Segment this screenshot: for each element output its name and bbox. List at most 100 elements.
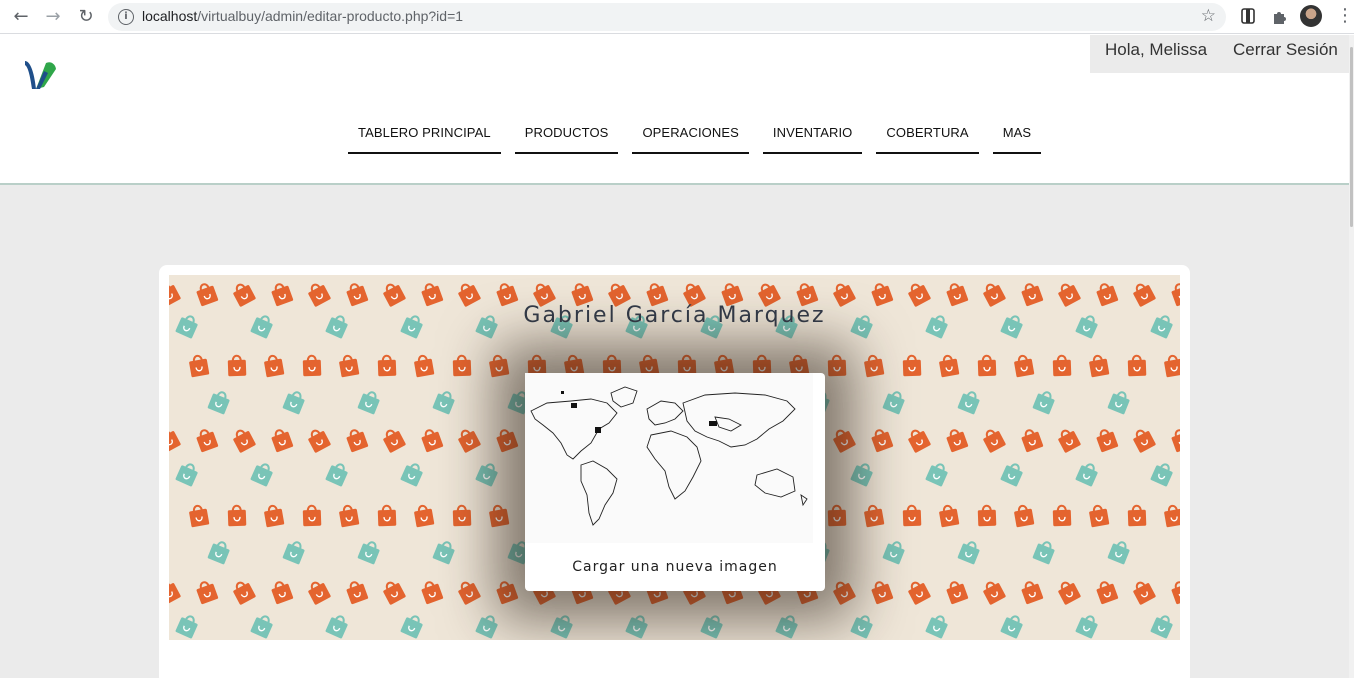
shopping-bag-icon bbox=[377, 354, 397, 377]
shopping-bag-icon bbox=[302, 504, 322, 527]
site-info-icon[interactable]: i bbox=[118, 9, 134, 25]
shopping-bag-icon bbox=[432, 541, 455, 565]
shopping-bag-icon bbox=[475, 615, 498, 639]
shopping-bag-icon bbox=[1014, 504, 1035, 528]
shopping-bag-icon bbox=[400, 463, 423, 487]
shopping-bag-icon bbox=[1133, 581, 1156, 605]
shopping-bag-icon bbox=[939, 504, 960, 528]
shopping-bag-icon bbox=[264, 354, 285, 378]
shopping-bag-icon bbox=[882, 391, 905, 415]
reload-icon[interactable]: ↻ bbox=[74, 5, 98, 29]
shopping-bag-icon bbox=[421, 581, 444, 605]
shopping-bag-icon bbox=[625, 615, 648, 639]
menu-item-productos[interactable]: PRODUCTOS bbox=[514, 125, 619, 154]
shopping-bag-icon bbox=[1171, 429, 1180, 453]
shopping-bag-icon bbox=[925, 615, 948, 639]
shopping-bag-icon bbox=[282, 391, 305, 415]
forward-icon[interactable]: → bbox=[41, 5, 65, 29]
shopping-bag-icon bbox=[939, 354, 960, 378]
shopping-bag-icon bbox=[1075, 615, 1098, 639]
shopping-bag-icon bbox=[827, 354, 847, 377]
shopping-bag-icon bbox=[357, 391, 380, 415]
shopping-bag-icon bbox=[169, 429, 181, 453]
shopping-bag-icon bbox=[207, 391, 230, 415]
shopping-bag-icon bbox=[1052, 504, 1072, 527]
shopping-bag-icon bbox=[357, 541, 380, 565]
shopping-bag-icon bbox=[489, 354, 510, 378]
shopping-bag-icon bbox=[1021, 429, 1044, 453]
shopping-bag-icon bbox=[871, 429, 894, 453]
shopping-bag-icon bbox=[1058, 581, 1081, 605]
shopping-bag-icon bbox=[1107, 391, 1130, 415]
shopping-bag-icon bbox=[957, 391, 980, 415]
shopping-bag-icon bbox=[264, 504, 285, 528]
shopping-bag-icon bbox=[775, 615, 798, 639]
extensions-puzzle-icon[interactable] bbox=[1270, 6, 1290, 26]
shopping-bag-icon bbox=[207, 541, 230, 565]
shopping-bag-icon bbox=[827, 504, 847, 527]
shopping-bag-icon bbox=[421, 429, 444, 453]
virtualbuy-logo[interactable] bbox=[22, 59, 58, 91]
shopping-bag-icon bbox=[957, 541, 980, 565]
profile-avatar[interactable] bbox=[1300, 5, 1322, 27]
menu-item-operaciones[interactable]: OPERACIONES bbox=[632, 125, 749, 154]
bookmark-star-icon[interactable]: ☆ bbox=[1201, 6, 1216, 26]
shopping-bag-icon bbox=[1032, 391, 1055, 415]
shopping-bag-icon bbox=[452, 504, 472, 527]
shopping-bag-icon bbox=[475, 463, 498, 487]
shopping-bag-icon bbox=[452, 354, 472, 377]
shopping-bag-icon bbox=[850, 463, 873, 487]
greeting-text: Hola, Melissa bbox=[1105, 40, 1208, 59]
main-content: Gabriel García Marquez Cargar una nueva … bbox=[0, 185, 1349, 685]
shopping-bag-icon bbox=[325, 615, 348, 639]
address-bar[interactable]: i localhost/virtualbuy/admin/editar-prod… bbox=[108, 3, 1226, 31]
shopping-bag-icon bbox=[271, 429, 294, 453]
shopping-bag-icon bbox=[339, 504, 360, 528]
shopping-bag-icon bbox=[233, 429, 256, 453]
image-upload-card[interactable]: Cargar una nueva imagen bbox=[525, 373, 825, 591]
shopping-bag-icon bbox=[196, 429, 219, 453]
url-text[interactable]: localhost/virtualbuy/admin/editar-produc… bbox=[142, 8, 463, 24]
shopping-bag-icon bbox=[983, 429, 1006, 453]
product-banner: Gabriel García Marquez Cargar una nueva … bbox=[169, 275, 1180, 640]
shopping-bag-icon bbox=[1052, 354, 1072, 377]
product-title: Gabriel García Marquez bbox=[523, 303, 826, 328]
menu-item-cobertura[interactable]: COBERTURA bbox=[876, 125, 979, 154]
shopping-bag-icon bbox=[189, 504, 210, 528]
product-image-world-map bbox=[525, 373, 813, 543]
menu-item-inventario[interactable]: INVENTARIO bbox=[762, 125, 863, 154]
shopping-bag-icon bbox=[1000, 463, 1023, 487]
user-box: Hola, Melissa Cerrar Sesión bbox=[1090, 35, 1349, 73]
reader-extension-icon[interactable] bbox=[1238, 6, 1258, 26]
shopping-bag-icon bbox=[1171, 581, 1180, 605]
shopping-bag-icon bbox=[458, 581, 481, 605]
shopping-bag-icon bbox=[908, 429, 931, 453]
menu-item-mas[interactable]: MAS bbox=[992, 125, 1042, 154]
shopping-bag-icon bbox=[227, 354, 247, 377]
browser-toolbar: ← → ↻ i localhost/virtualbuy/admin/edita… bbox=[0, 0, 1354, 34]
shopping-bag-icon bbox=[902, 354, 922, 377]
shopping-bag-icon bbox=[383, 429, 406, 453]
shopping-bag-icon bbox=[1000, 615, 1023, 639]
shopping-bag-icon bbox=[383, 581, 406, 605]
browser-menu-icon[interactable]: ⋮ bbox=[1336, 5, 1354, 27]
menu-item-tablero[interactable]: TABLERO PRINCIPAL bbox=[348, 125, 501, 154]
site-header: Hola, Melissa Cerrar Sesión TABLERO PRIN… bbox=[0, 35, 1349, 185]
shopping-bag-icon bbox=[1075, 463, 1098, 487]
shopping-bag-icon bbox=[189, 354, 210, 378]
logout-link[interactable]: Cerrar Sesión bbox=[1233, 40, 1338, 60]
shopping-bag-icon bbox=[1150, 463, 1173, 487]
shopping-bag-icon bbox=[339, 354, 360, 378]
shopping-bag-icon bbox=[458, 429, 481, 453]
upload-image-button[interactable]: Cargar una nueva imagen bbox=[525, 559, 825, 575]
shopping-bag-icon bbox=[908, 581, 931, 605]
shopping-bag-icon bbox=[550, 615, 573, 639]
back-icon[interactable]: ← bbox=[9, 5, 33, 29]
shopping-bag-icon bbox=[346, 429, 369, 453]
shopping-bag-icon bbox=[175, 615, 198, 639]
shopping-bag-icon bbox=[1058, 429, 1081, 453]
shopping-bag-icon bbox=[325, 463, 348, 487]
shopping-bag-icon bbox=[1133, 429, 1156, 453]
shopping-bag-icon bbox=[1164, 354, 1180, 378]
page-scrollbar[interactable] bbox=[1349, 35, 1354, 678]
